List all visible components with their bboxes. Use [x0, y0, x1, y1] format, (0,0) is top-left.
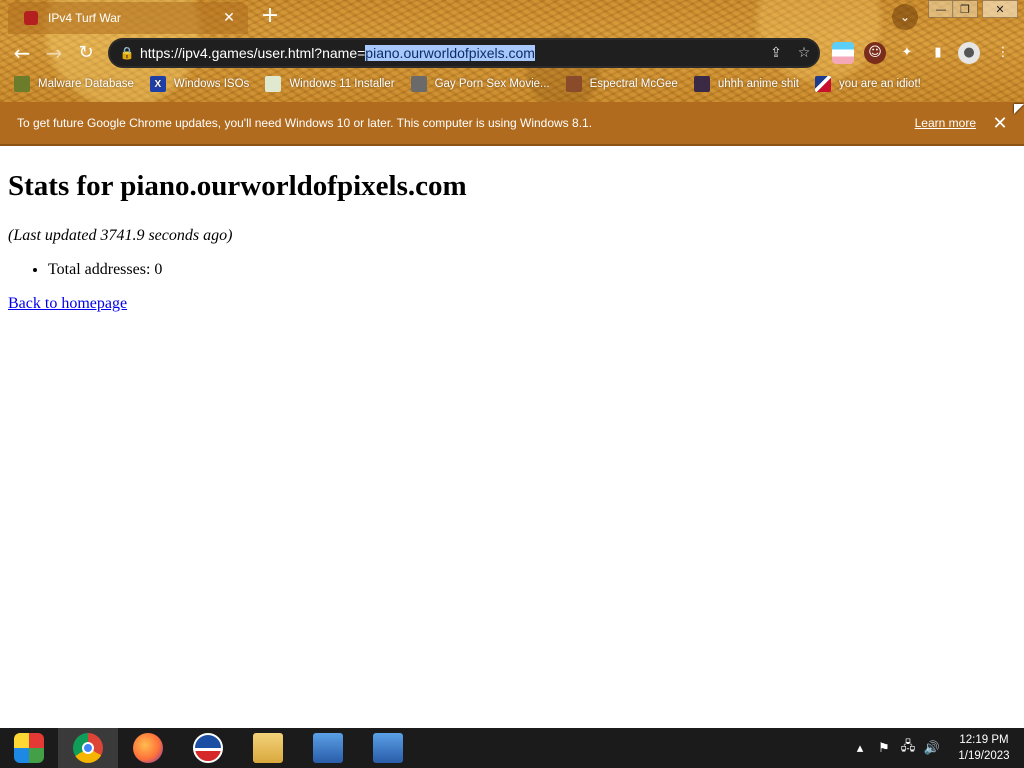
menu-kebab-icon[interactable]: ⋮	[992, 42, 1014, 64]
tab-title: IPv4 Turf War	[48, 11, 121, 25]
share-icon[interactable]: ⇪	[762, 45, 790, 61]
bookmark-you-are-an-idiot[interactable]: you are an idiot!	[815, 76, 921, 92]
url-selected-text: piano.ourworldofpixels.com	[365, 45, 535, 61]
minimize-button[interactable]: —	[928, 0, 954, 18]
profile-icon[interactable]: ●	[958, 42, 980, 64]
network-computer-icon	[313, 733, 343, 763]
face-icon	[565, 76, 582, 92]
address-bar[interactable]: 🔒 https://ipv4.games/user.html?name=pian…	[108, 38, 820, 68]
new-tab-button[interactable]: +	[258, 5, 282, 29]
taskbar-obama-app[interactable]	[178, 728, 238, 768]
x-icon: X	[149, 76, 166, 92]
taskbar-network-app-1[interactable]	[298, 728, 358, 768]
clock-time: 12:19 PM	[959, 734, 1009, 746]
bookmark-uhhh-anime-shit[interactable]: uhhh anime shit	[693, 76, 799, 92]
start-icon	[14, 733, 44, 763]
lock-icon[interactable]: 🔒	[114, 46, 140, 60]
stats-list: Total addresses: 0	[48, 261, 1016, 279]
bookmark-windows-11-installer[interactable]: Windows 11 Installer	[265, 76, 395, 92]
show-hidden-icons-icon[interactable]: ▴	[848, 741, 872, 756]
extensions-puzzle-icon[interactable]: ✦	[896, 42, 918, 64]
flag-icon	[815, 76, 832, 92]
action-center-flag-icon[interactable]: ⚑	[872, 741, 896, 756]
firefox-icon	[133, 733, 163, 763]
last-updated-text: (Last updated 3741.9 seconds ago)	[8, 227, 233, 244]
clock-date: 1/19/2023	[958, 750, 1010, 762]
network-computer-icon	[373, 733, 403, 763]
bookmarks-bar: Malware Database X Windows ISOs Windows …	[0, 72, 1024, 96]
image-icon	[265, 76, 282, 92]
folder-icon	[253, 733, 283, 763]
bookmark-star-icon[interactable]: ☆	[790, 45, 818, 61]
extension-flag-icon[interactable]	[832, 42, 854, 64]
close-window-button[interactable]: ✕	[982, 0, 1018, 18]
volume-icon[interactable]: 🔊	[920, 741, 944, 756]
chrome-icon	[73, 733, 103, 763]
bookmark-gay-porn-sex-movie[interactable]: Gay Porn Sex Movie...	[410, 76, 550, 92]
folder-icon	[14, 76, 30, 92]
browser-frame: IPv4 Turf War ✕ + ⌄ — ❐ ✕ ← → ↻ 🔒 https:…	[0, 0, 1024, 102]
taskbar-network-app-2[interactable]	[358, 728, 418, 768]
back-button[interactable]: ←	[9, 40, 35, 66]
taskbar-file-explorer[interactable]	[238, 728, 298, 768]
back-to-homepage-link[interactable]: Back to homepage	[8, 295, 127, 313]
clock[interactable]: 12:19 PM 1/19/2023	[944, 732, 1024, 764]
infobar-message: To get future Google Chrome updates, you…	[17, 116, 593, 130]
tab-favicon-icon	[24, 11, 38, 25]
tab-search-button[interactable]: ⌄	[892, 4, 918, 30]
anime-icon	[693, 76, 710, 92]
forward-button[interactable]: →	[41, 40, 67, 66]
bookmark-espectral-mcgee[interactable]: Espectral McGee	[565, 76, 678, 92]
system-tray: ▴ ⚑ 🖧 🔊 12:19 PM 1/19/2023	[848, 728, 1024, 768]
network-icon[interactable]: 🖧	[896, 737, 920, 759]
learn-more-link[interactable]: Learn more	[915, 116, 976, 130]
tab-ipv4-turf-war[interactable]: IPv4 Turf War ✕	[8, 2, 248, 34]
globe-icon	[410, 76, 427, 92]
obama-logo-icon	[193, 733, 223, 763]
url-text[interactable]: https://ipv4.games/user.html?name=piano.…	[140, 45, 762, 61]
stat-total-addresses: Total addresses: 0	[48, 261, 1016, 279]
bookmark-malware-database[interactable]: Malware Database	[14, 76, 134, 92]
taskbar: ▴ ⚑ 🖧 🔊 12:19 PM 1/19/2023	[0, 728, 1024, 768]
restore-button[interactable]: ❐	[952, 0, 978, 18]
start-button[interactable]	[0, 728, 58, 768]
reload-button[interactable]: ↻	[73, 40, 99, 66]
bookmark-windows-isos[interactable]: X Windows ISOs	[149, 76, 249, 92]
close-infobar-icon[interactable]: ✕	[992, 113, 1008, 134]
close-tab-icon[interactable]: ✕	[220, 10, 238, 26]
side-panel-icon[interactable]: ▮	[927, 42, 949, 64]
page-content: Stats for piano.ourworldofpixels.com (La…	[8, 148, 1016, 313]
taskbar-chrome[interactable]	[58, 728, 118, 768]
page-title: Stats for piano.ourworldofpixels.com	[8, 170, 467, 202]
taskbar-firefox[interactable]	[118, 728, 178, 768]
update-infobar: To get future Google Chrome updates, you…	[0, 102, 1024, 146]
extension-avatar-icon[interactable]: ☺	[864, 42, 886, 64]
mouse-cursor	[1014, 104, 1024, 114]
